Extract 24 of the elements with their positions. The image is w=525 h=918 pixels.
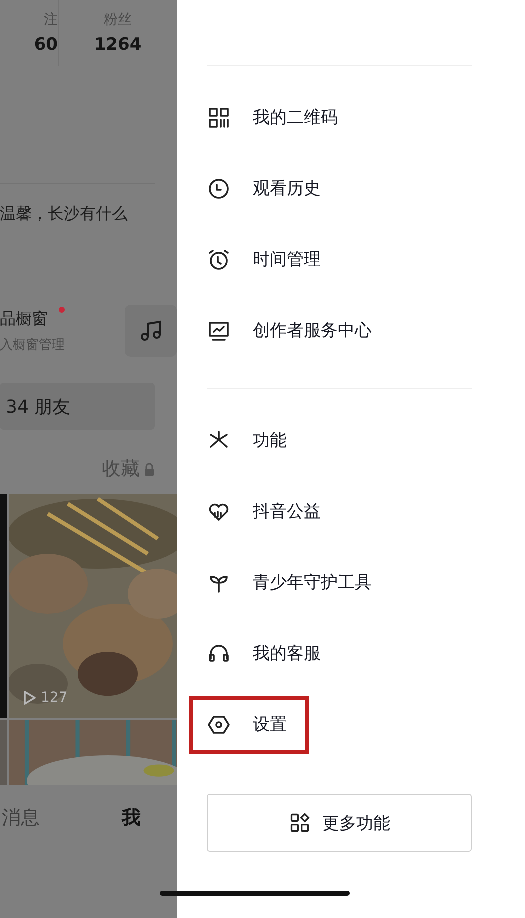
play-icon <box>23 690 37 706</box>
friends-button[interactable]: 34 朋友 <box>0 383 155 430</box>
menu-item[interactable]: 创作者服务中心 <box>253 319 372 342</box>
menu-item[interactable]: 青少年守护工具 <box>253 571 372 594</box>
music-note-icon <box>139 319 163 343</box>
stat-value: 60 <box>34 35 58 55</box>
menu-item[interactable]: 我的二维码 <box>253 106 338 129</box>
qr-code-icon <box>207 106 231 130</box>
grid-apps-icon <box>288 812 310 834</box>
menu-item[interactable]: 设置 <box>253 713 287 736</box>
stat-value: 1264 <box>94 35 142 55</box>
menu-item[interactable]: 我的客服 <box>253 642 321 665</box>
menu-item[interactable]: 时间管理 <box>253 248 321 271</box>
bio-text: 温馨，长沙有什么 <box>0 204 129 225</box>
play-count: 127 <box>41 690 68 706</box>
music-button[interactable] <box>125 305 177 357</box>
shop-title[interactable]: 品橱窗 <box>0 308 65 330</box>
menu-item[interactable]: 抖音公益 <box>253 500 321 523</box>
alarm-clock-icon <box>207 248 231 272</box>
menu-item[interactable]: 观看历史 <box>253 177 321 200</box>
clock-icon <box>207 176 231 200</box>
more-features-button[interactable]: 更多功能 <box>207 794 472 852</box>
nav-tab[interactable]: 我 <box>122 805 141 831</box>
menu-item[interactable]: 功能 <box>253 429 287 452</box>
